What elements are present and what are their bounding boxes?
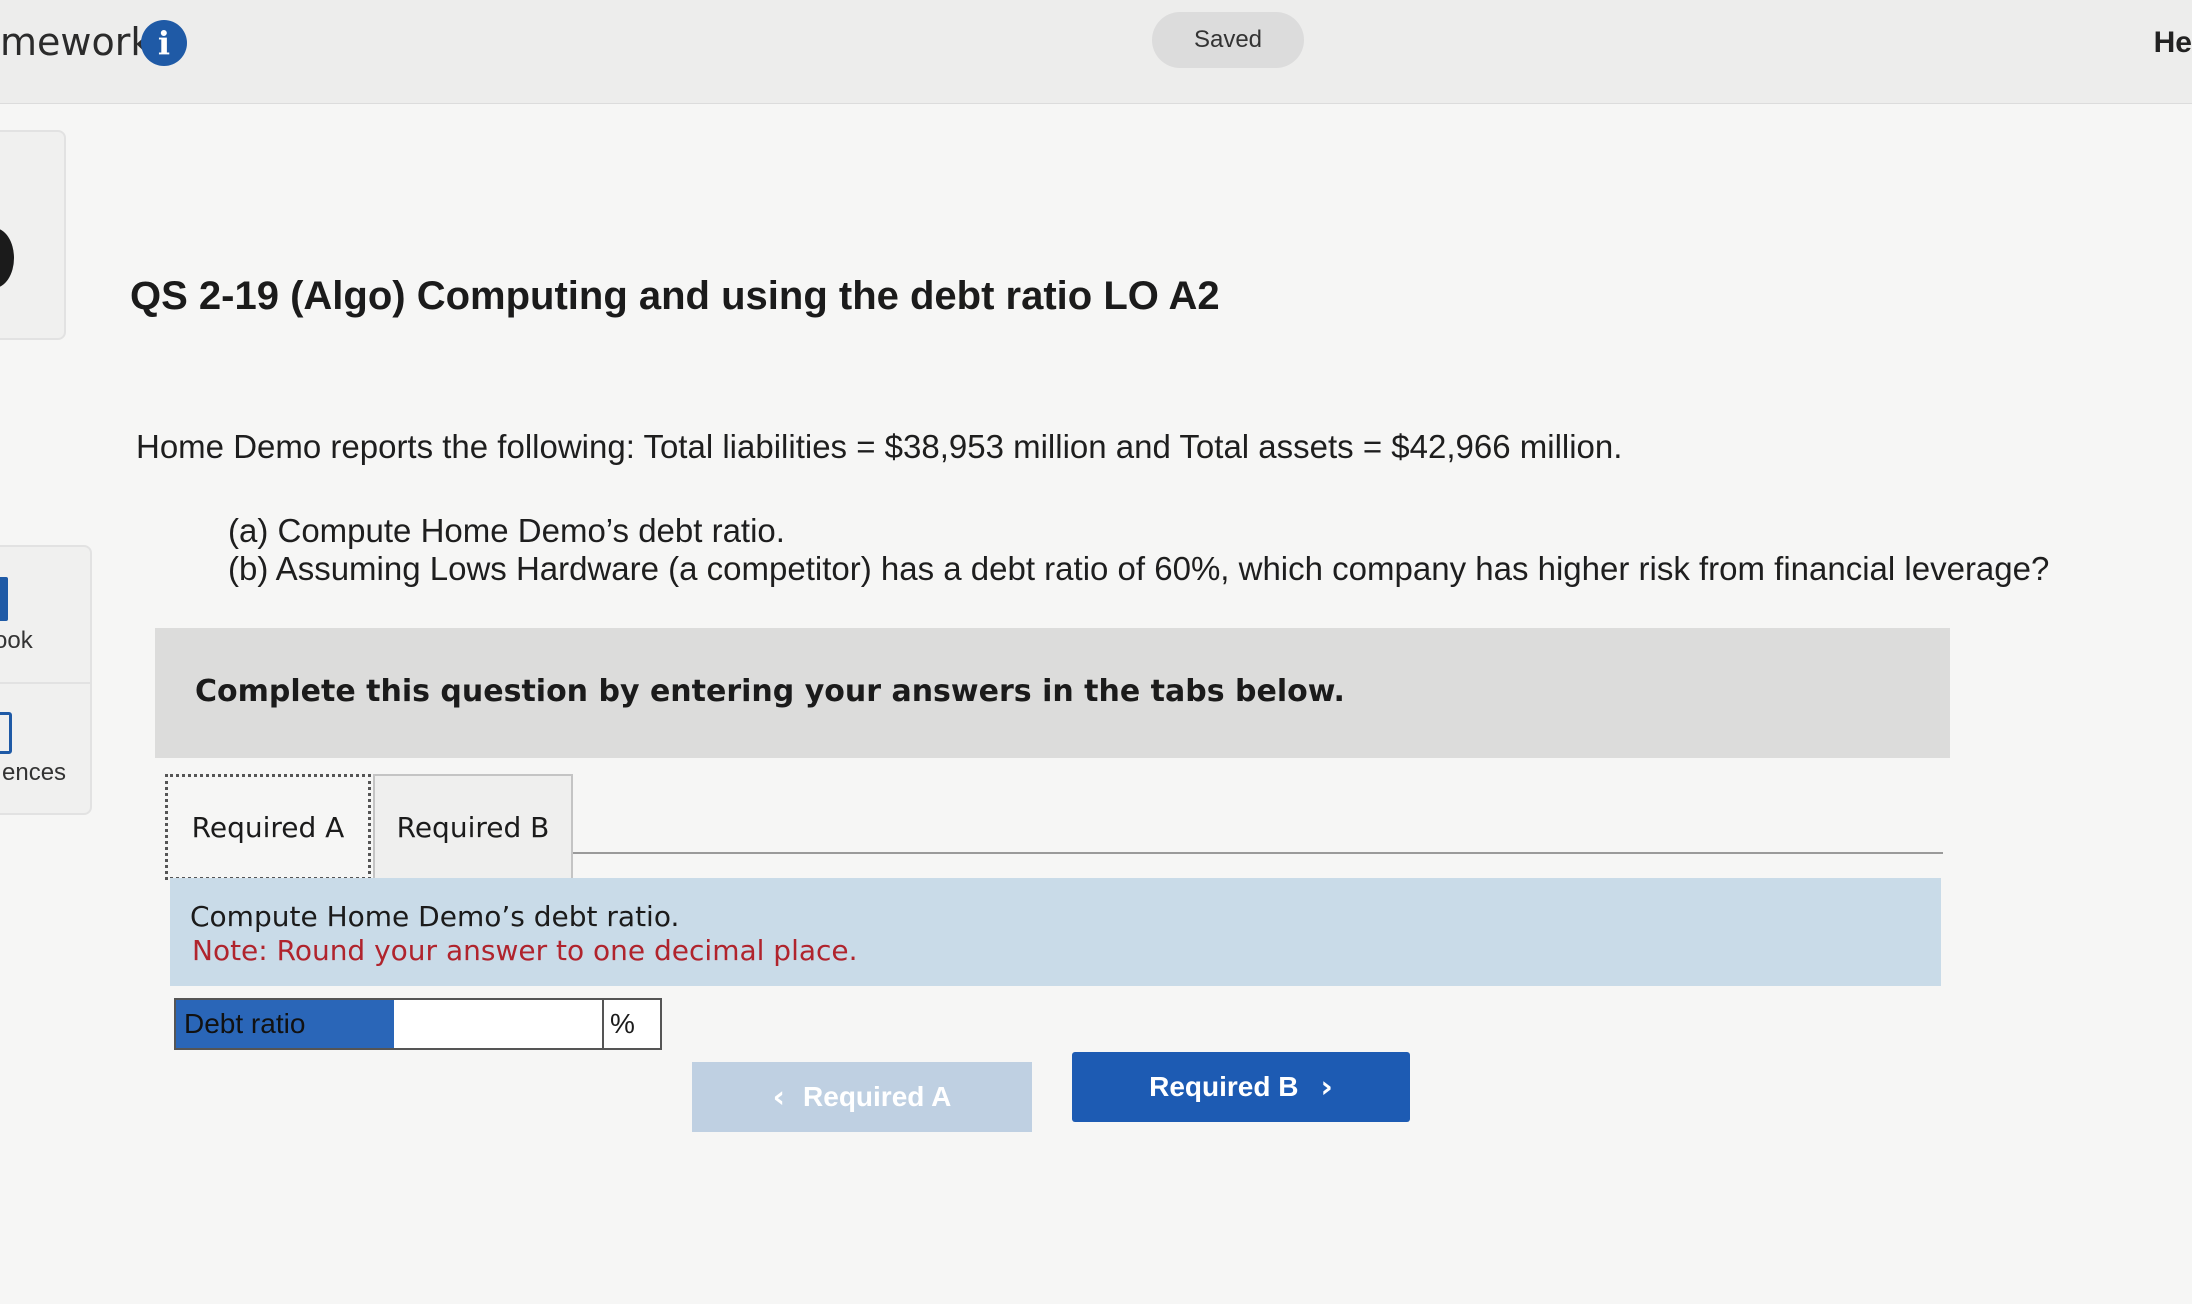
previous-required-a-button[interactable]: ‹ Required A bbox=[692, 1062, 1032, 1132]
tab-required-b[interactable]: Required B bbox=[373, 774, 573, 878]
help-link[interactable]: He bbox=[2154, 26, 2192, 60]
tab-divider bbox=[573, 852, 1943, 854]
instruction-text: Complete this question by entering your … bbox=[195, 674, 1345, 709]
references-icon[interactable] bbox=[0, 712, 12, 754]
top-bar: mework i Saved He bbox=[0, 0, 2192, 104]
instruction-box: Complete this question by entering your … bbox=[155, 628, 1950, 758]
chevron-left-icon: ‹ bbox=[772, 1079, 786, 1115]
panel-note: Note: Round your answer to one decimal p… bbox=[192, 934, 858, 967]
percent-unit: % bbox=[610, 1008, 635, 1039]
question-part-b: (b) Assuming Lows Hardware (a competitor… bbox=[228, 550, 2050, 587]
prev-button-label: Required A bbox=[803, 1081, 952, 1112]
divider bbox=[0, 682, 92, 684]
side-panel bbox=[0, 130, 66, 340]
tab-required-a[interactable]: Required A bbox=[165, 774, 371, 880]
answer-row: Debt ratio % bbox=[174, 998, 662, 1050]
question-part-a: (a) Compute Home Demo’s debt ratio. bbox=[228, 512, 785, 549]
info-icon[interactable]: i bbox=[141, 20, 187, 66]
tab-panel: Compute Home Demo’s debt ratio. Note: Ro… bbox=[170, 878, 1941, 986]
debt-ratio-label: Debt ratio bbox=[176, 1000, 394, 1048]
references-label[interactable]: ences bbox=[2, 759, 66, 787]
debt-ratio-input[interactable] bbox=[394, 1000, 604, 1048]
panel-prompt: Compute Home Demo’s debt ratio. bbox=[190, 900, 680, 933]
ebook-icon[interactable] bbox=[0, 577, 8, 621]
app-title: mework bbox=[0, 20, 153, 64]
question-text: Home Demo reports the following: Total l… bbox=[136, 428, 1623, 465]
side-tools-panel: ook ences bbox=[0, 545, 92, 815]
ebook-label[interactable]: ook bbox=[0, 627, 33, 655]
next-required-b-button[interactable]: Required B › bbox=[1072, 1052, 1410, 1122]
chevron-right-icon: › bbox=[1320, 1069, 1333, 1105]
saved-status-badge: Saved bbox=[1152, 12, 1304, 68]
question-title: QS 2-19 (Algo) Computing and using the d… bbox=[130, 274, 1220, 318]
next-button-label: Required B bbox=[1149, 1071, 1299, 1102]
